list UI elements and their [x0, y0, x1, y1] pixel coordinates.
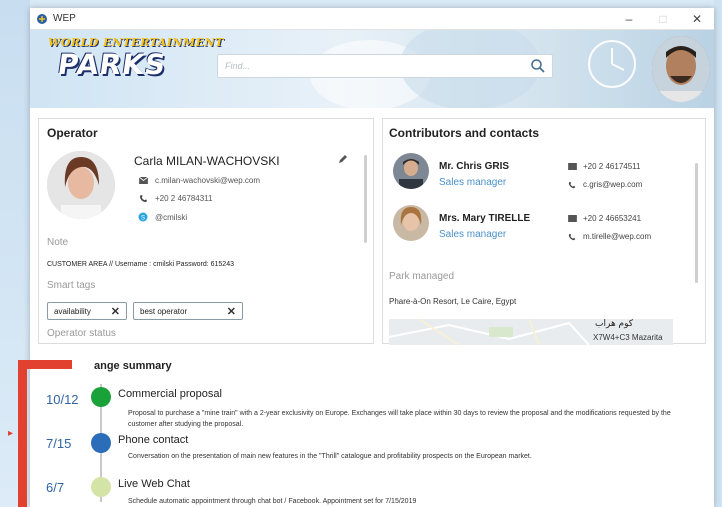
close-button[interactable]: ✕ — [680, 8, 714, 30]
app-logo-icon — [37, 13, 47, 24]
event-dot-blue — [91, 433, 111, 453]
operator-scrollbar[interactable] — [364, 155, 367, 243]
app-window: WEP – □ ✕ WORLD ENTERTAINMENT PARKS Find… — [30, 8, 714, 507]
smart-tags-label: Smart tags — [47, 280, 96, 291]
change-summary: ange summary 10/12 Commercial proposal P… — [30, 354, 714, 507]
search-input[interactable] — [218, 55, 508, 77]
customer-area-note: CUSTOMER AREA // Username : cmilski Pass… — [47, 261, 234, 268]
contact-email-row: c.gris@wep.com — [567, 180, 642, 189]
contact-phone-row: +20 2 46653241 — [567, 214, 641, 223]
tag-label: best operator — [140, 306, 188, 316]
contact-email[interactable]: c.gris@wep.com — [583, 180, 642, 189]
skype-icon: S — [137, 212, 149, 222]
contributors-title: Contributors and contacts — [389, 126, 540, 140]
desktop-background-right — [714, 0, 722, 507]
operator-panel: Operator Carla MILAN-WACHOVSKI c.milan-w… — [38, 118, 374, 344]
contributors-panel: Contributors and contacts Mr. Chris GRIS… — [382, 118, 706, 345]
map-place-name: كوم هراب — [595, 319, 634, 329]
svg-text:S: S — [141, 216, 145, 222]
operator-email[interactable]: c.milan-wachovski@wep.com — [155, 176, 260, 185]
titlebar: WEP – □ ✕ — [30, 8, 714, 30]
tag-availability: availability ✕ — [47, 302, 127, 320]
event-description: Conversation on the presentation of main… — [128, 453, 532, 460]
note-label: Note — [47, 237, 69, 248]
operator-status-label: Operator status — [47, 328, 116, 339]
park-address: Phare-à-On Resort, Le Caire, Egypt — [389, 297, 517, 306]
contact-phone[interactable]: +20 2 46174511 — [583, 162, 640, 171]
event-dot-lightgreen — [91, 477, 111, 497]
map-plus-code: X7W4+C3 Mazarita — [593, 333, 663, 342]
park-map[interactable]: كوم هراب X7W4+C3 Mazarita — [389, 319, 673, 345]
tag-best-operator: best operator ✕ — [133, 302, 243, 320]
phone-icon — [567, 181, 577, 189]
fax-icon — [567, 163, 577, 170]
operator-phone-row: +20 2 46784311 — [137, 194, 212, 203]
company-logo: WORLD ENTERTAINMENT PARKS — [44, 36, 223, 92]
contact-role: Sales manager — [439, 229, 507, 240]
event-title: Live Web Chat — [118, 478, 190, 490]
tag-label: availability — [54, 306, 91, 316]
operator-photo — [47, 151, 115, 219]
contact-phone[interactable]: +20 2 46653241 — [583, 214, 641, 223]
operator-skype[interactable]: @cmilski — [155, 213, 187, 222]
contact-name: Mr. Chris GRIS — [439, 161, 510, 172]
event-title: Phone contact — [118, 434, 189, 446]
operator-skype-row: S @cmilski — [137, 212, 187, 222]
clock-icon — [588, 40, 636, 88]
park-managed-label: Park managed — [389, 271, 455, 282]
highlight-bracket — [18, 360, 72, 507]
operator-phone[interactable]: +20 2 46784311 — [155, 194, 212, 203]
edit-icon[interactable] — [337, 153, 349, 165]
minimize-button[interactable]: – — [612, 8, 646, 30]
operator-name: Carla MILAN-WACHOVSKI — [134, 154, 280, 168]
logo-line2: PARKS — [55, 48, 169, 81]
phone-icon — [137, 194, 149, 203]
search-icon[interactable] — [530, 58, 546, 74]
contact-phone-row: +20 2 46174511 — [567, 162, 640, 171]
search-box — [217, 54, 553, 78]
remove-tag-icon[interactable]: ✕ — [111, 305, 120, 318]
window-title: WEP — [53, 13, 76, 24]
email-icon — [137, 177, 149, 184]
contact-role: Sales manager — [439, 177, 507, 188]
user-avatar[interactable] — [652, 36, 710, 102]
contact-photo — [393, 153, 429, 189]
header-banner: WORLD ENTERTAINMENT PARKS — [30, 30, 714, 108]
highlight-arrow-icon: ▸ — [8, 428, 14, 439]
phone-icon — [567, 233, 577, 241]
contributors-scrollbar[interactable] — [695, 163, 698, 283]
operator-title: Operator — [47, 126, 98, 140]
event-description: Proposal to purchase a "mine train" with… — [128, 410, 671, 428]
event-dot-green — [91, 387, 111, 407]
event-title: Commercial proposal — [118, 388, 222, 400]
contact-email[interactable]: m.tirelle@wep.com — [583, 232, 651, 241]
contact-photo — [393, 205, 429, 241]
fax-icon — [567, 215, 577, 222]
remove-tag-icon[interactable]: ✕ — [227, 305, 236, 318]
contact-name: Mrs. Mary TIRELLE — [439, 213, 531, 224]
change-summary-title: ange summary — [94, 360, 172, 372]
contact-email-row: m.tirelle@wep.com — [567, 232, 651, 241]
event-description: Schedule automatic appointment through c… — [128, 498, 417, 505]
operator-email-row: c.milan-wachovski@wep.com — [137, 176, 260, 185]
maximize-button[interactable]: □ — [646, 8, 680, 30]
